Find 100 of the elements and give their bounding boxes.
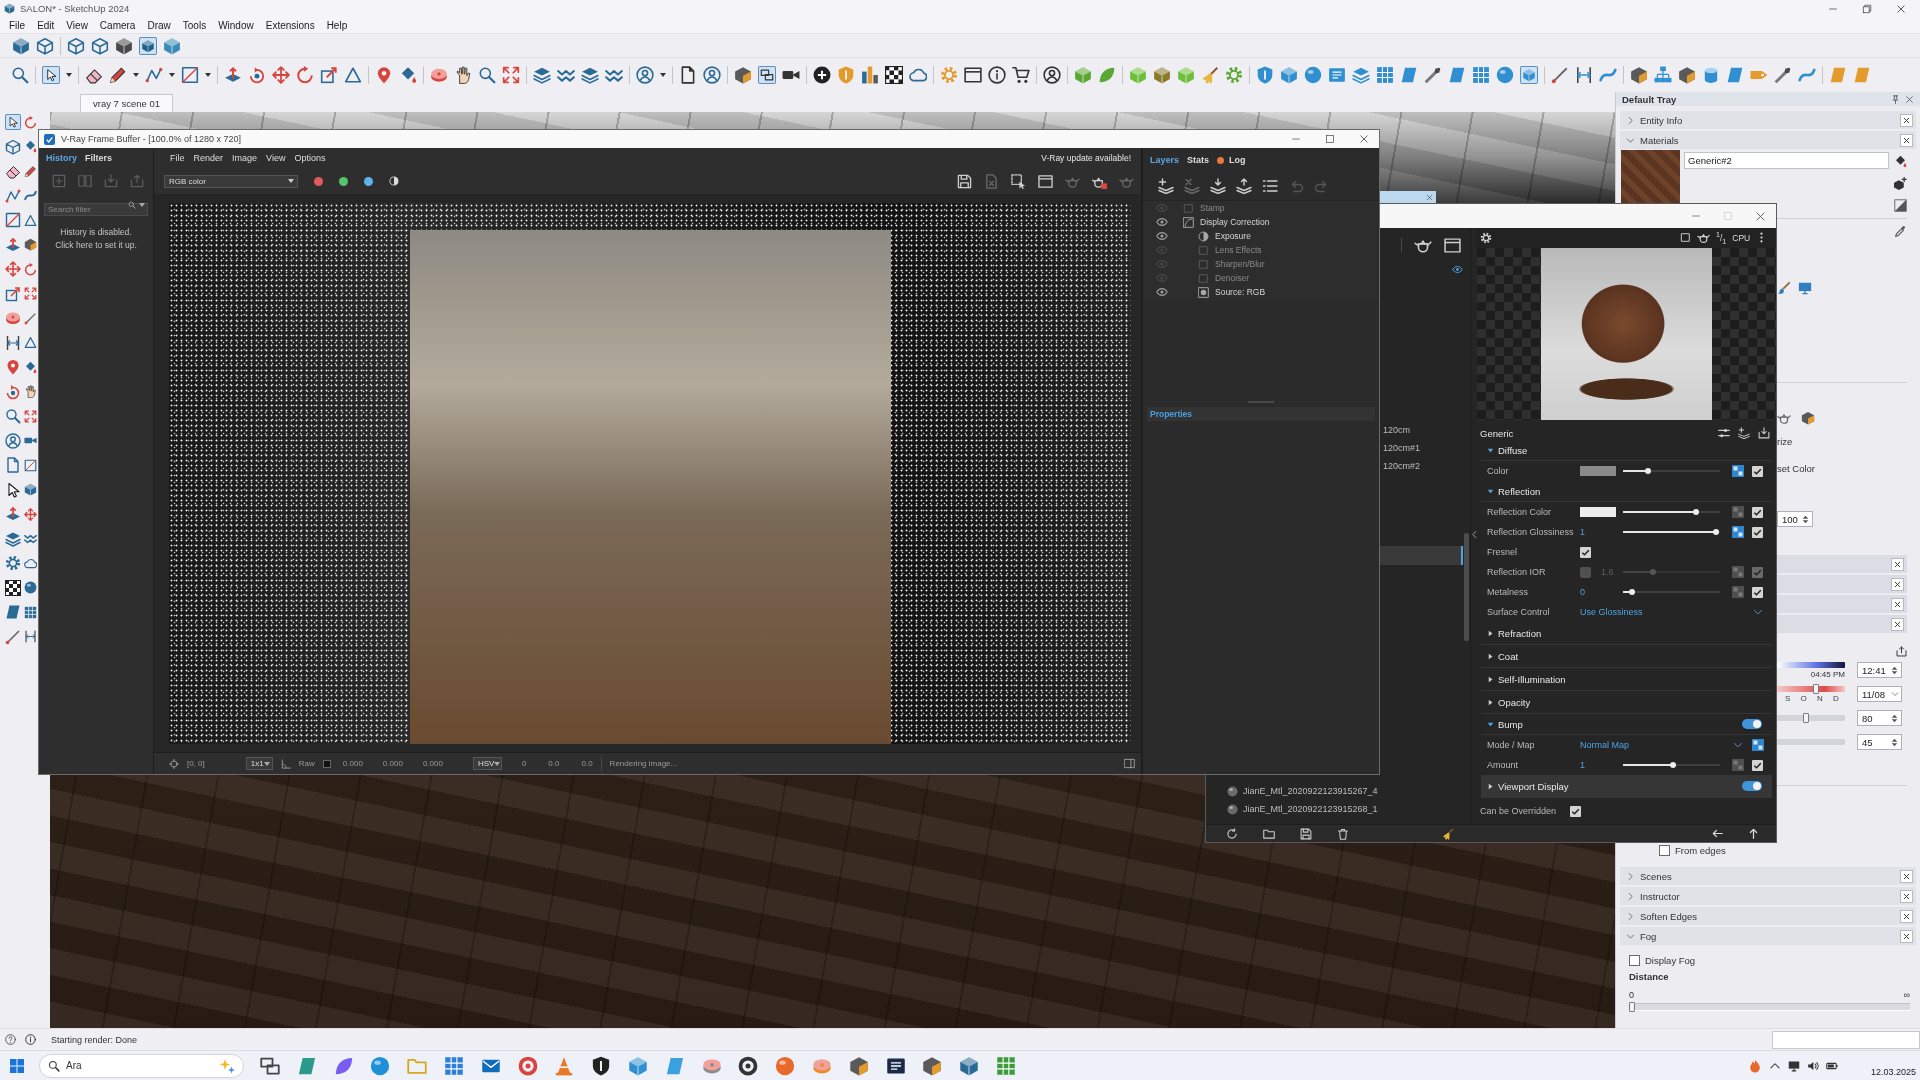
parallelogram-icon[interactable] (664, 1055, 685, 1076)
list-item[interactable]: 120cm#2 (1379, 457, 1463, 475)
rotate-icon[interactable] (296, 66, 314, 84)
arrow-up-icon[interactable] (1748, 828, 1759, 839)
line-icon[interactable] (5, 628, 21, 645)
hand-icon[interactable] (24, 385, 37, 398)
caret-icon[interactable] (66, 73, 72, 77)
section-header[interactable]: Self-Illumination (1481, 668, 1772, 691)
caret-icon[interactable] (205, 73, 211, 77)
menu-item[interactable]: Options (290, 153, 330, 163)
triangle-right-icon[interactable] (1487, 782, 1494, 790)
close-icon[interactable] (1755, 210, 1766, 222)
layer-label[interactable]: Exposure (1215, 231, 1251, 241)
eye-icon[interactable] (1156, 230, 1168, 242)
leaf-icon[interactable] (1098, 66, 1116, 84)
stack-icon[interactable] (1352, 66, 1370, 84)
layers-x-icon[interactable] (1184, 178, 1200, 194)
checker-icon[interactable] (1732, 586, 1744, 598)
checkbox[interactable] (1629, 954, 1640, 966)
window-icon[interactable] (964, 66, 982, 84)
triangle-down-icon[interactable] (1487, 720, 1494, 728)
box-icon[interactable] (1678, 66, 1696, 84)
two-rectangles-icon[interactable] (758, 66, 776, 84)
checkbox[interactable] (1752, 586, 1763, 598)
box-arrow-icon[interactable] (5, 506, 21, 522)
close-icon[interactable] (1891, 597, 1904, 611)
leaf-icon[interactable] (333, 1055, 354, 1076)
pushpin-icon[interactable] (1891, 94, 1900, 104)
box-icon[interactable] (24, 238, 37, 251)
checkerboard-icon[interactable] (885, 66, 903, 84)
panel-tab[interactable]: Log (1217, 155, 1246, 165)
panel-tab[interactable]: Stats (1187, 155, 1210, 165)
maximize-icon[interactable] (1325, 134, 1335, 144)
user-icon[interactable] (1043, 66, 1061, 84)
line-icon[interactable] (1551, 66, 1569, 84)
slider-thumb[interactable] (1644, 468, 1651, 474)
layer-label[interactable]: Display Correction (1200, 217, 1270, 227)
sphere-icon[interactable] (775, 1055, 796, 1076)
eye-icon[interactable] (1452, 263, 1463, 275)
pin-icon[interactable] (5, 359, 21, 375)
close-icon[interactable] (1891, 617, 1904, 631)
polyline-icon[interactable] (145, 66, 163, 84)
panel-header[interactable]: Fog (1620, 927, 1916, 945)
wireframe-cube-icon[interactable] (36, 36, 54, 55)
box-icon[interactable] (922, 1055, 943, 1076)
disc-icon[interactable] (430, 66, 448, 84)
monitor-icon[interactable] (1787, 1059, 1800, 1072)
cloud-icon[interactable] (909, 66, 927, 84)
spin-arrows-icon[interactable] (1890, 665, 1899, 675)
layer-label[interactable]: Sharpen/Blur (1215, 259, 1265, 269)
scale-icon[interactable] (320, 66, 338, 84)
section-header[interactable]: Bump (1481, 714, 1772, 735)
menu-item[interactable]: Image (228, 153, 262, 163)
toggle-switch[interactable] (1742, 781, 1762, 791)
highlighted-row[interactable] (1379, 546, 1463, 565)
cube-icon[interactable] (12, 36, 30, 55)
layers-up-icon[interactable] (1236, 178, 1252, 194)
triangle-right-icon[interactable] (1487, 675, 1494, 683)
cube-icon[interactable] (139, 36, 157, 55)
two-rectangles-icon[interactable] (260, 1055, 280, 1076)
panel-header[interactable]: Scenes (1620, 867, 1916, 885)
flame-icon[interactable] (1747, 1058, 1762, 1073)
checker-icon[interactable] (1732, 759, 1744, 771)
half-triangle-icon[interactable] (1893, 199, 1907, 212)
stack-icon[interactable] (533, 66, 551, 84)
list-icon[interactable] (1262, 178, 1278, 194)
orbit-icon[interactable] (248, 66, 266, 84)
arrow-left-icon[interactable] (1712, 828, 1723, 839)
cube-icon[interactable] (1153, 66, 1171, 84)
spin-arrows-icon[interactable] (1890, 737, 1899, 747)
checkbox[interactable] (1752, 465, 1763, 477)
bucket-icon[interactable] (24, 360, 37, 374)
layers-plus-icon[interactable] (1158, 178, 1174, 194)
slider-thumb[interactable] (1693, 509, 1700, 515)
dropdown-value[interactable]: Use Glossiness (1580, 607, 1732, 617)
grid-icon[interactable] (1472, 66, 1490, 84)
panel-header[interactable]: Soften Edges (1620, 907, 1916, 925)
layer-label[interactable]: Lens Effects (1215, 245, 1262, 255)
cube-icon[interactable] (115, 36, 133, 55)
panel-tab[interactable]: History (46, 153, 77, 163)
date-field[interactable]: 11/08 (1857, 686, 1902, 702)
user-icon[interactable] (5, 432, 21, 449)
checker-icon[interactable] (1751, 739, 1764, 751)
close-icon[interactable] (1900, 113, 1913, 127)
chevron-down-icon[interactable] (1733, 740, 1743, 750)
orbit-icon[interactable] (5, 383, 21, 400)
material-thumbnail[interactable] (1621, 150, 1680, 203)
page-icon[interactable] (679, 66, 697, 84)
triangle-right-icon[interactable] (1487, 698, 1494, 706)
list-item[interactable]: 120cm#1 (1379, 439, 1463, 457)
move-icon[interactable] (5, 261, 21, 277)
date-slider[interactable] (1777, 685, 1845, 692)
property-value[interactable]: 0 (1580, 587, 1585, 597)
grid-icon[interactable] (24, 605, 37, 619)
close-icon[interactable] (1891, 557, 1904, 571)
close-icon[interactable] (1359, 134, 1369, 144)
crosshair-icon[interactable] (169, 758, 179, 769)
distance-slider[interactable] (1629, 1003, 1910, 1011)
triangle-down-icon[interactable] (1487, 487, 1494, 495)
search-icon[interactable] (11, 66, 29, 84)
